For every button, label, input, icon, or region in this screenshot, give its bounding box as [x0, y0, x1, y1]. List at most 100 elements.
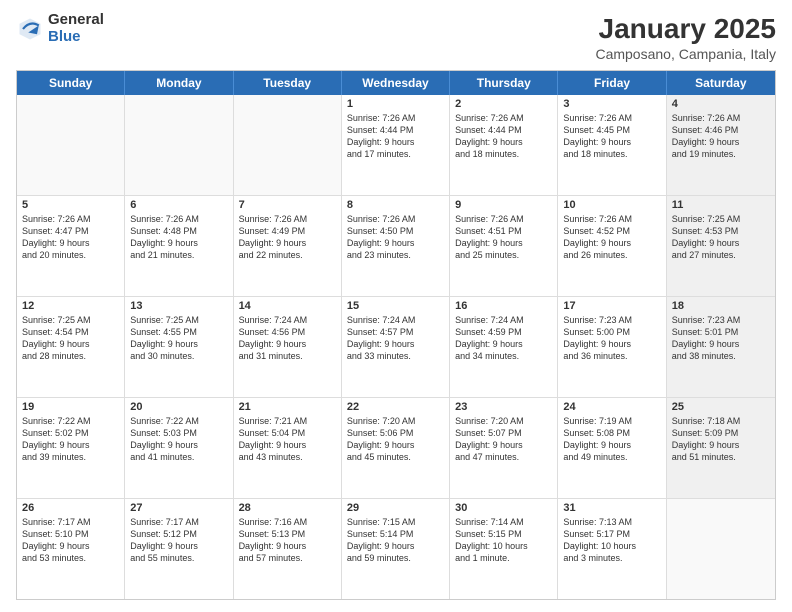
calendar-cell: 15 Sunrise: 7:24 AMSunset: 4:57 PMDayligh… — [342, 297, 450, 397]
day-number: 4 — [672, 98, 770, 110]
calendar-cell: 18 Sunrise: 7:23 AMSunset: 5:01 PMDayligh… — [667, 297, 775, 397]
cell-info: Sunrise: 7:20 AMSunset: 5:07 PMDaylight:… — [455, 415, 552, 464]
calendar-cell: 30 Sunrise: 7:14 AMSunset: 5:15 PMDayligh… — [450, 499, 558, 599]
calendar-cell: 11 Sunrise: 7:25 AMSunset: 4:53 PMDayligh… — [667, 196, 775, 296]
weekday-header: Wednesday — [342, 71, 450, 95]
cell-info: Sunrise: 7:25 AMSunset: 4:54 PMDaylight:… — [22, 314, 119, 363]
day-number: 19 — [22, 401, 119, 413]
day-number: 6 — [130, 199, 227, 211]
cell-info: Sunrise: 7:26 AMSunset: 4:49 PMDaylight:… — [239, 213, 336, 262]
calendar-cell — [234, 95, 342, 195]
cell-info: Sunrise: 7:19 AMSunset: 5:08 PMDaylight:… — [563, 415, 660, 464]
calendar-row: 26 Sunrise: 7:17 AMSunset: 5:10 PMDayligh… — [17, 499, 775, 599]
calendar-header: SundayMondayTuesdayWednesdayThursdayFrid… — [17, 71, 775, 95]
logo-icon — [16, 15, 44, 43]
day-number: 30 — [455, 502, 552, 514]
cell-info: Sunrise: 7:24 AMSunset: 4:57 PMDaylight:… — [347, 314, 444, 363]
cell-info: Sunrise: 7:26 AMSunset: 4:51 PMDaylight:… — [455, 213, 552, 262]
day-number: 28 — [239, 502, 336, 514]
day-number: 27 — [130, 502, 227, 514]
cell-info: Sunrise: 7:16 AMSunset: 5:13 PMDaylight:… — [239, 516, 336, 565]
day-number: 29 — [347, 502, 444, 514]
title-block: January 2025 Camposano, Campania, Italy — [595, 12, 776, 62]
day-number: 17 — [563, 300, 660, 312]
cell-info: Sunrise: 7:14 AMSunset: 5:15 PMDaylight:… — [455, 516, 552, 565]
cell-info: Sunrise: 7:21 AMSunset: 5:04 PMDaylight:… — [239, 415, 336, 464]
cell-info: Sunrise: 7:26 AMSunset: 4:48 PMDaylight:… — [130, 213, 227, 262]
calendar-cell: 16Sunrise: 7:24 AMSunset: 4:59 PMDayligh… — [450, 297, 558, 397]
day-number: 16 — [455, 300, 552, 312]
calendar-cell: 26 Sunrise: 7:17 AMSunset: 5:10 PMDayligh… — [17, 499, 125, 599]
day-number: 23 — [455, 401, 552, 413]
weekday-header: Friday — [558, 71, 666, 95]
day-number: 21 — [239, 401, 336, 413]
calendar-cell: 19 Sunrise: 7:22 AMSunset: 5:02 PMDayligh… — [17, 398, 125, 498]
calendar-cell: 28 Sunrise: 7:16 AMSunset: 5:13 PMDayligh… — [234, 499, 342, 599]
day-number: 2 — [455, 98, 552, 110]
day-number: 15 — [347, 300, 444, 312]
cell-info: Sunrise: 7:15 AMSunset: 5:14 PMDaylight:… — [347, 516, 444, 565]
cell-info: Sunrise: 7:18 AMSunset: 5:09 PMDaylight:… — [672, 415, 770, 464]
day-number: 11 — [672, 199, 770, 211]
calendar-cell: 2 Sunrise: 7:26 AMSunset: 4:44 PMDaylight… — [450, 95, 558, 195]
calendar-row: 1Sunrise: 7:26 AMSunset: 4:44 PMDaylight… — [17, 95, 775, 196]
day-number: 5 — [22, 199, 119, 211]
page: General Blue January 2025 Camposano, Cam… — [0, 0, 792, 612]
calendar-cell: 25 Sunrise: 7:18 AMSunset: 5:09 PMDayligh… — [667, 398, 775, 498]
cell-info: Sunrise: 7:17 AMSunset: 5:12 PMDaylight:… — [130, 516, 227, 565]
calendar-cell: 31 Sunrise: 7:13 AMSunset: 5:17 PMDayligh… — [558, 499, 666, 599]
weekday-header: Monday — [125, 71, 233, 95]
calendar-cell — [667, 499, 775, 599]
cell-info: Sunrise: 7:26 AMSunset: 4:44 PMDaylight:… — [455, 112, 552, 161]
calendar-cell: 8Sunrise: 7:26 AMSunset: 4:50 PMDaylight… — [342, 196, 450, 296]
logo-blue-text: Blue — [48, 29, 104, 46]
calendar-cell: 7Sunrise: 7:26 AMSunset: 4:49 PMDaylight… — [234, 196, 342, 296]
cell-info: Sunrise: 7:25 AMSunset: 4:53 PMDaylight:… — [672, 213, 770, 262]
weekday-header: Sunday — [17, 71, 125, 95]
cell-info: Sunrise: 7:26 AMSunset: 4:50 PMDaylight:… — [347, 213, 444, 262]
day-number: 3 — [563, 98, 660, 110]
calendar-cell: 22 Sunrise: 7:20 AMSunset: 5:06 PMDayligh… — [342, 398, 450, 498]
cell-info: Sunrise: 7:26 AMSunset: 4:47 PMDaylight:… — [22, 213, 119, 262]
calendar-cell: 14Sunrise: 7:24 AMSunset: 4:56 PMDayligh… — [234, 297, 342, 397]
calendar-cell: 23 Sunrise: 7:20 AMSunset: 5:07 PMDayligh… — [450, 398, 558, 498]
day-number: 14 — [239, 300, 336, 312]
calendar-body: 1Sunrise: 7:26 AMSunset: 4:44 PMDaylight… — [17, 95, 775, 599]
cell-info: Sunrise: 7:23 AMSunset: 5:01 PMDaylight:… — [672, 314, 770, 363]
calendar-cell: 9 Sunrise: 7:26 AMSunset: 4:51 PMDaylight… — [450, 196, 558, 296]
logo-text: General Blue — [48, 12, 104, 45]
calendar-cell: 29 Sunrise: 7:15 AMSunset: 5:14 PMDayligh… — [342, 499, 450, 599]
calendar-cell: 20Sunrise: 7:22 AMSunset: 5:03 PMDayligh… — [125, 398, 233, 498]
location: Camposano, Campania, Italy — [595, 46, 776, 62]
day-number: 22 — [347, 401, 444, 413]
day-number: 25 — [672, 401, 770, 413]
day-number: 26 — [22, 502, 119, 514]
calendar-row: 12Sunrise: 7:25 AMSunset: 4:54 PMDayligh… — [17, 297, 775, 398]
cell-info: Sunrise: 7:23 AMSunset: 5:00 PMDaylight:… — [563, 314, 660, 363]
day-number: 18 — [672, 300, 770, 312]
weekday-header: Thursday — [450, 71, 558, 95]
calendar-cell: 1Sunrise: 7:26 AMSunset: 4:44 PMDaylight… — [342, 95, 450, 195]
day-number: 20 — [130, 401, 227, 413]
calendar: SundayMondayTuesdayWednesdayThursdayFrid… — [16, 70, 776, 600]
day-number: 10 — [563, 199, 660, 211]
calendar-cell: 3 Sunrise: 7:26 AMSunset: 4:45 PMDaylight… — [558, 95, 666, 195]
day-number: 9 — [455, 199, 552, 211]
cell-info: Sunrise: 7:17 AMSunset: 5:10 PMDaylight:… — [22, 516, 119, 565]
logo-general-text: General — [48, 12, 104, 29]
calendar-row: 19 Sunrise: 7:22 AMSunset: 5:02 PMDayligh… — [17, 398, 775, 499]
cell-info: Sunrise: 7:20 AMSunset: 5:06 PMDaylight:… — [347, 415, 444, 464]
cell-info: Sunrise: 7:13 AMSunset: 5:17 PMDaylight:… — [563, 516, 660, 565]
day-number: 24 — [563, 401, 660, 413]
calendar-cell: 5 Sunrise: 7:26 AMSunset: 4:47 PMDaylight… — [17, 196, 125, 296]
cell-info: Sunrise: 7:26 AMSunset: 4:45 PMDaylight:… — [563, 112, 660, 161]
weekday-header: Tuesday — [234, 71, 342, 95]
calendar-cell — [17, 95, 125, 195]
month-title: January 2025 — [595, 12, 776, 46]
calendar-cell: 4 Sunrise: 7:26 AMSunset: 4:46 PMDaylight… — [667, 95, 775, 195]
cell-info: Sunrise: 7:22 AMSunset: 5:02 PMDaylight:… — [22, 415, 119, 464]
cell-info: Sunrise: 7:26 AMSunset: 4:46 PMDaylight:… — [672, 112, 770, 161]
calendar-row: 5 Sunrise: 7:26 AMSunset: 4:47 PMDaylight… — [17, 196, 775, 297]
calendar-cell: 13Sunrise: 7:25 AMSunset: 4:55 PMDayligh… — [125, 297, 233, 397]
day-number: 31 — [563, 502, 660, 514]
